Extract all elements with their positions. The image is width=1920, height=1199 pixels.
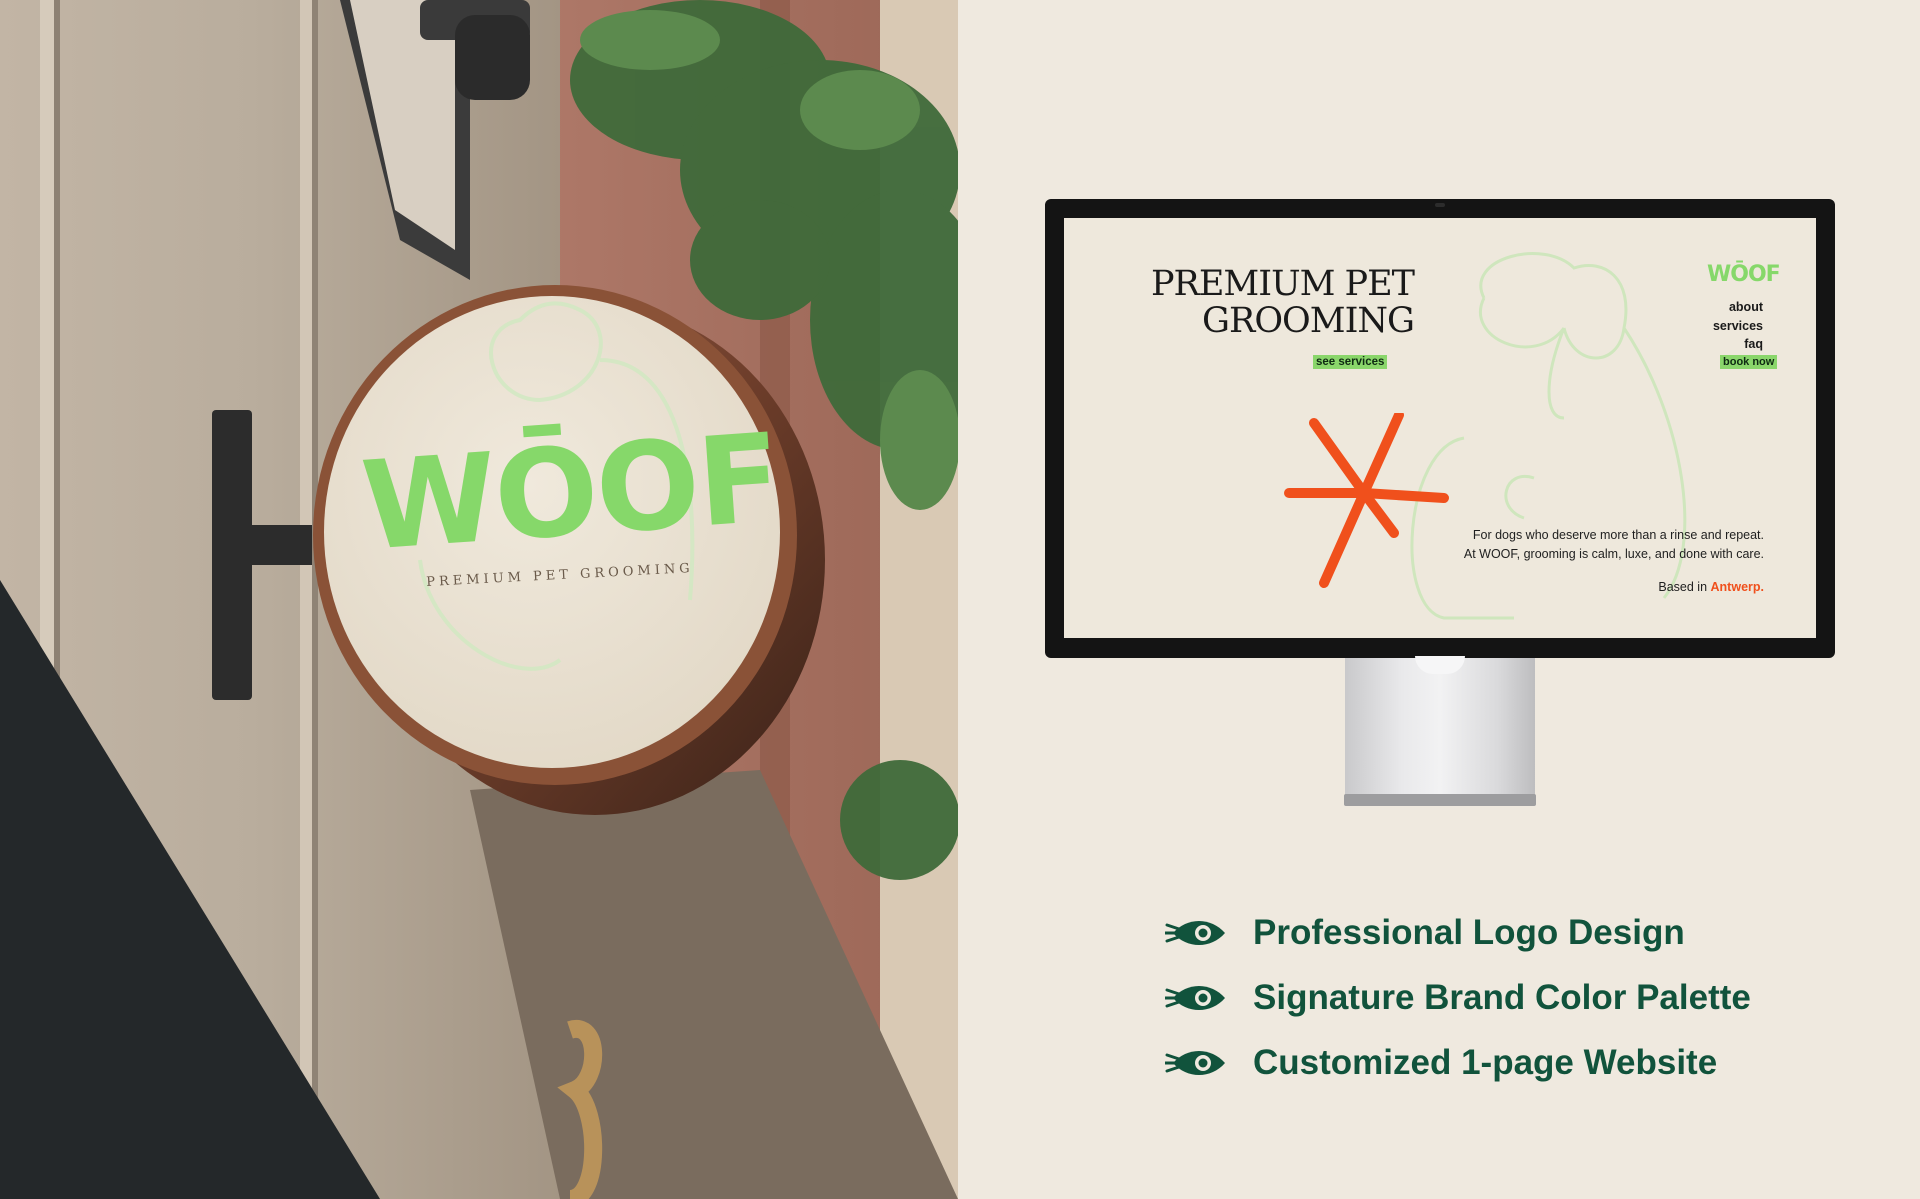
monitor-stand-base bbox=[1344, 794, 1536, 806]
feature-label: Signature Brand Color Palette bbox=[1253, 977, 1751, 1017]
see-services-button[interactable]: see services bbox=[1313, 355, 1388, 369]
feature-item: Professional Logo Design bbox=[1165, 900, 1751, 965]
orange-star-icon bbox=[1284, 413, 1449, 588]
feature-list: Professional Logo Design Signature Brand… bbox=[1165, 900, 1751, 1095]
feature-item: Customized 1-page Website bbox=[1165, 1030, 1751, 1095]
storefront-scene bbox=[0, 0, 958, 1199]
website-nav: about services faq bbox=[1664, 298, 1763, 354]
eye-rocket-icon bbox=[1165, 985, 1225, 1010]
nav-about-link[interactable]: about bbox=[1664, 298, 1763, 317]
eye-rocket-icon bbox=[1165, 1050, 1225, 1075]
book-now-button[interactable]: book now bbox=[1720, 355, 1778, 369]
website-screen: PREMIUM PET GROOMING see services WŌOF a… bbox=[1064, 218, 1816, 638]
location-city: Antwerp bbox=[1710, 580, 1761, 594]
website-hero-title: PREMIUM PET GROOMING bbox=[1150, 264, 1415, 341]
website-description: For dogs who deserve more than a rinse a… bbox=[1463, 528, 1764, 561]
website-location: Based in Antwerp. bbox=[1658, 580, 1764, 594]
nav-services-link[interactable]: services bbox=[1664, 317, 1763, 336]
website-logo[interactable]: WŌOF bbox=[1707, 262, 1781, 287]
monitor-stand bbox=[1345, 656, 1535, 798]
feature-label: Customized 1-page Website bbox=[1253, 1042, 1718, 1082]
nav-faq-link[interactable]: faq bbox=[1664, 335, 1763, 354]
monitor-camera bbox=[1435, 203, 1445, 207]
monitor: PREMIUM PET GROOMING see services WŌOF a… bbox=[1045, 199, 1835, 658]
eye-rocket-icon bbox=[1165, 920, 1225, 945]
feature-label: Professional Logo Design bbox=[1253, 912, 1685, 952]
storefront-photo bbox=[0, 0, 958, 1199]
feature-item: Signature Brand Color Palette bbox=[1165, 965, 1751, 1030]
